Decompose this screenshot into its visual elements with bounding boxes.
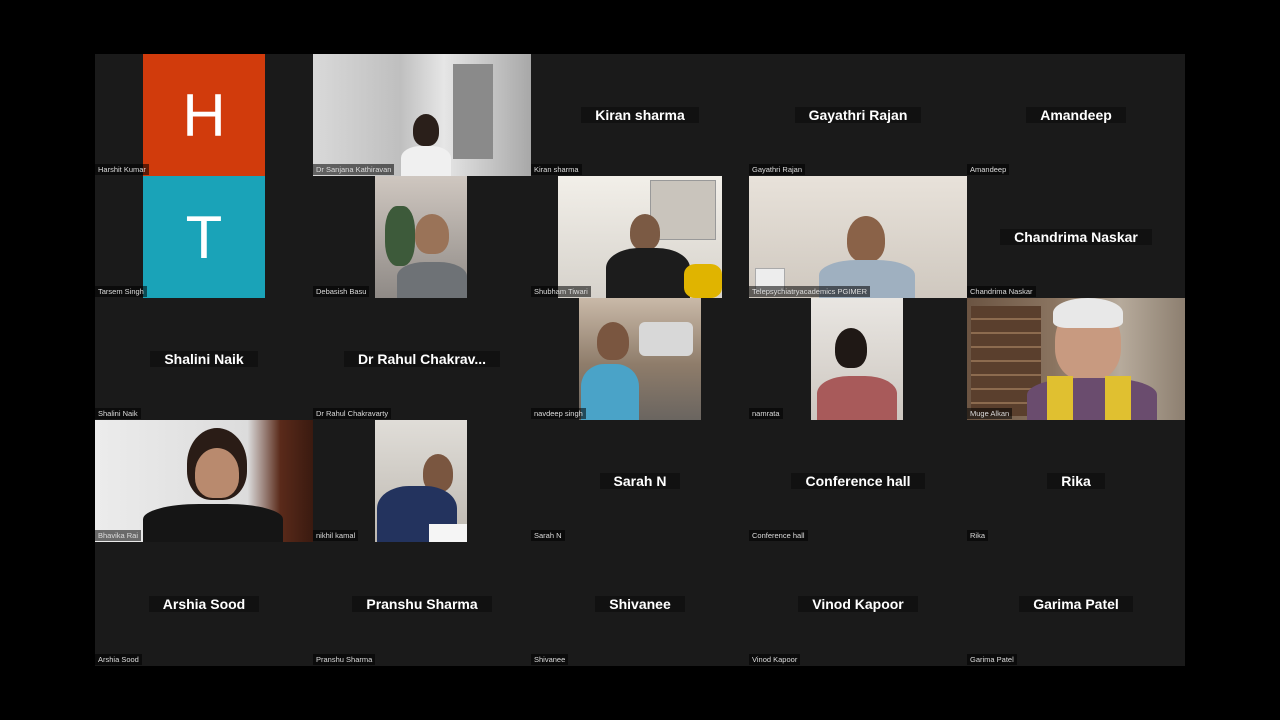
video-feed <box>749 176 967 298</box>
participant-tile-tarsem-singh[interactable]: T Tarsem Singh <box>95 176 313 298</box>
video-feed <box>313 54 531 176</box>
participant-name-tag: Gayathri Rajan <box>749 164 806 175</box>
participant-tile-telepsychiatry-pgimer[interactable]: Telepsychiatryacademics PGIMER <box>749 176 967 298</box>
participant-tile-kiran-sharma[interactable]: Kiran sharma Kiran sharma <box>531 54 749 176</box>
participant-name-tag: Muge Alkan <box>967 408 1013 419</box>
participant-tile-bhavika-rai[interactable]: Bhavika Rai <box>95 420 313 542</box>
video-feed <box>558 176 722 298</box>
participant-tile-nikhil-kamal[interactable]: nikhil kamal <box>313 420 531 542</box>
participant-tile-rahul-chakravarty[interactable]: Dr Rahul Chakrav... Dr Rahul Chakravarty <box>313 298 531 420</box>
video-feed <box>967 298 1185 420</box>
participant-name-tag: Rika <box>967 530 989 541</box>
participant-tile-muge-alkan[interactable]: Muge Alkan <box>967 298 1185 420</box>
participant-name-tag: navdeep singh <box>531 408 586 419</box>
participant-display-name: Shivanee <box>531 596 749 612</box>
participant-tile-conference-hall[interactable]: Conference hall Conference hall <box>749 420 967 542</box>
video-feed <box>375 420 467 542</box>
participant-display-name: Chandrima Naskar <box>967 229 1185 245</box>
participant-name-tag: nikhil kamal <box>313 530 359 541</box>
participant-name-tag: Dr Sanjana Kathiravan <box>313 164 395 175</box>
participant-name-tag: Shalini Naik <box>95 408 141 419</box>
video-feed <box>579 298 701 420</box>
video-feed <box>811 298 903 420</box>
participant-tile-navdeep-singh[interactable]: navdeep singh <box>531 298 749 420</box>
participant-display-name: Vinod Kapoor <box>749 596 967 612</box>
participant-name-tag: Kiran sharma <box>531 164 582 175</box>
participant-name-tag: Sarah N <box>531 530 565 541</box>
participant-name-tag: Pranshu Sharma <box>313 654 376 665</box>
participant-tile-garima-patel[interactable]: Garima Patel Garima Patel <box>967 542 1185 666</box>
participant-tile-arshia-sood[interactable]: Arshia Sood Arshia Sood <box>95 542 313 666</box>
participant-tile-rika[interactable]: Rika Rika <box>967 420 1185 542</box>
participant-name-tag: Amandeep <box>967 164 1010 175</box>
video-gallery-grid: H Harshit Kumar Dr Sanjana Kathiravan Ki… <box>95 54 1185 666</box>
participant-name-tag: Arshia Sood <box>95 654 142 665</box>
participant-name-tag: Shubham Tiwari <box>531 286 591 297</box>
participant-display-name: Arshia Sood <box>95 596 313 612</box>
participant-display-name: Kiran sharma <box>531 107 749 123</box>
participant-display-name: Garima Patel <box>967 596 1185 612</box>
participant-tile-sanjana-kathiravan[interactable]: Dr Sanjana Kathiravan <box>313 54 531 176</box>
participant-name-tag: Garima Patel <box>967 654 1017 665</box>
participant-name-tag: Tarsem Singh <box>95 286 147 297</box>
participant-tile-namrata[interactable]: namrata <box>749 298 967 420</box>
participant-tile-gayathri-rajan[interactable]: Gayathri Rajan Gayathri Rajan <box>749 54 967 176</box>
participant-tile-sarah-n[interactable]: Sarah N Sarah N <box>531 420 749 542</box>
participant-display-name: Amandeep <box>967 107 1185 123</box>
avatar: T <box>143 176 265 298</box>
participant-display-name: Conference hall <box>749 473 967 489</box>
participant-name-tag: Chandrima Naskar <box>967 286 1036 297</box>
participant-tile-shalini-naik[interactable]: Shalini Naik Shalini Naik <box>95 298 313 420</box>
participant-tile-harshit-kumar[interactable]: H Harshit Kumar <box>95 54 313 176</box>
participant-name-tag: Harshit Kumar <box>95 164 149 175</box>
participant-name-tag: Debasish Basu <box>313 286 370 297</box>
video-feed <box>375 176 467 298</box>
participant-display-name: Sarah N <box>531 473 749 489</box>
participant-name-tag: Dr Rahul Chakravarty <box>313 408 392 419</box>
video-feed <box>95 420 313 542</box>
participant-display-name: Shalini Naik <box>95 351 313 367</box>
participant-name-tag: Telepsychiatryacademics PGIMER <box>749 286 871 297</box>
participant-name-tag: Conference hall <box>749 530 808 541</box>
participant-tile-shivanee[interactable]: Shivanee Shivanee <box>531 542 749 666</box>
participant-tile-shubham-tiwari[interactable]: Shubham Tiwari <box>531 176 749 298</box>
participant-tile-pranshu-sharma[interactable]: Pranshu Sharma Pranshu Sharma <box>313 542 531 666</box>
participant-display-name: Gayathri Rajan <box>749 107 967 123</box>
participant-name-tag: Bhavika Rai <box>95 530 142 541</box>
participant-tile-debasish-basu[interactable]: Debasish Basu <box>313 176 531 298</box>
participant-name-tag: Shivanee <box>531 654 569 665</box>
participant-display-name: Rika <box>967 473 1185 489</box>
avatar: H <box>143 54 265 176</box>
participant-display-name: Dr Rahul Chakrav... <box>313 351 531 367</box>
participant-name-tag: namrata <box>749 408 783 419</box>
participant-tile-vinod-kapoor[interactable]: Vinod Kapoor Vinod Kapoor <box>749 542 967 666</box>
participant-display-name: Pranshu Sharma <box>313 596 531 612</box>
participant-name-tag: Vinod Kapoor <box>749 654 801 665</box>
participant-tile-amandeep[interactable]: Amandeep Amandeep <box>967 54 1185 176</box>
participant-tile-chandrima-naskar[interactable]: Chandrima Naskar Chandrima Naskar <box>967 176 1185 298</box>
